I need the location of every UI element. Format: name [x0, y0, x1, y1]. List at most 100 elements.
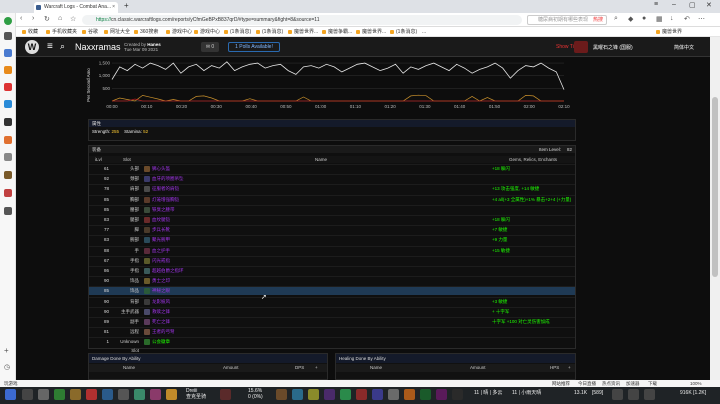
sidebar-icon[interactable] [4, 66, 12, 74]
menu-icon[interactable]: ≡ [47, 41, 53, 52]
taskbar-app-icon[interactable] [276, 389, 287, 400]
status-item[interactable]: 今日直播 [578, 380, 596, 387]
zone-search-icon[interactable]: ⌕ [60, 41, 65, 52]
guild-name[interactable]: 黑曜石之锋 (国服) [593, 44, 633, 51]
gear-row[interactable]: 61 头部 狮心头盔 +18 躲闪 [89, 164, 575, 172]
status-item[interactable]: 热点资讯 [602, 380, 620, 387]
gear-row[interactable]: 90 主手武器 救赎之锋 + 十字军 [89, 306, 575, 316]
col-ability-name[interactable]: Name [370, 364, 382, 372]
gear-row[interactable]: 77 脚 步兵长靴 +7 敏捷 [89, 225, 575, 234]
gear-item-name[interactable]: 神秘之眼 [152, 287, 170, 295]
taskbar-app-icon[interactable] [372, 389, 383, 400]
chat-button[interactable]: ✉ 0 [201, 42, 219, 52]
gear-item-name[interactable]: 铁臭之腰带 [152, 206, 175, 214]
sidebar-icon[interactable] [4, 189, 12, 197]
tray-icon[interactable] [612, 389, 623, 400]
gear-item-name[interactable]: 救赎之锋 [152, 308, 170, 316]
expand-icon[interactable]: + [568, 364, 571, 372]
item-icon[interactable] [144, 217, 150, 223]
bookmark-item[interactable]: ... [422, 28, 426, 36]
bookmark-item[interactable]: 游戏中心 [194, 28, 220, 36]
taskbar-app-icon[interactable] [118, 389, 129, 400]
address-bar[interactable]: https://cn.classic.warcraftlogs.com/repo… [82, 15, 522, 25]
status-item[interactable]: 网站推荐 [552, 380, 570, 387]
item-icon[interactable] [144, 227, 150, 234]
taskbar-app-icon[interactable] [420, 389, 431, 400]
gear-item-name[interactable]: 死亡之锋 [152, 318, 170, 326]
col-hps[interactable]: HPS [550, 364, 559, 372]
taskbar-app-icon[interactable] [70, 389, 81, 400]
bookmark-item[interactable]: 魔兽世界... [288, 28, 318, 36]
more-icon[interactable]: ⋯ [698, 15, 705, 23]
item-icon[interactable] [144, 186, 150, 193]
gear-row[interactable]: 86 手指 超越伯爵之指环 [89, 266, 575, 274]
maximize-icon[interactable]: ▢ [689, 1, 696, 9]
taskbar-app-icon[interactable] [452, 389, 463, 400]
sidebar-icon[interactable] [4, 49, 12, 57]
gear-row[interactable]: 90 饰品 勇士之印 [89, 276, 575, 285]
tray-icon[interactable] [644, 389, 655, 400]
gear-row[interactable]: 83 腿部 血纹腿铠 +18 躲闪 [89, 215, 575, 223]
gear-row[interactable]: 85 胸部 灯笼增强胸铠 +4 all(+3 全属性)+1% 暴击+2+4 (+力量) [89, 194, 575, 203]
window-menu-icon[interactable]: ≡ [654, 1, 658, 8]
col-amount[interactable]: Amount [223, 364, 239, 372]
gear-item-name[interactable]: 聚光腕甲 [152, 236, 170, 244]
gear-item-name[interactable]: 血纹腿铠 [152, 216, 170, 224]
bookmark-item[interactable]: 魔兽世界 [656, 28, 682, 36]
taskbar-app-icon[interactable] [436, 389, 447, 400]
status-left[interactable]: 玩游戏 [4, 380, 18, 387]
taskbar-app-icon[interactable] [102, 389, 113, 400]
sidebar-icon[interactable] [4, 171, 12, 179]
col-dps[interactable]: DPS [295, 364, 304, 372]
taskbar-app-icon[interactable] [324, 389, 335, 400]
bookmark-item[interactable]: 收藏 [22, 28, 38, 36]
col-amount[interactable]: Amount [470, 364, 486, 372]
bookmark-item[interactable]: 魔兽争霸... [322, 28, 352, 36]
gear-item-name[interactable]: 勇士之印 [152, 277, 170, 285]
item-icon[interactable] [144, 278, 150, 285]
minimize-icon[interactable]: – [672, 1, 676, 8]
browser-tab[interactable]: Warcraft Logs - Combat Ana... × [34, 2, 118, 13]
item-icon[interactable] [144, 166, 150, 172]
taskbar-app-icon[interactable] [54, 389, 65, 400]
gear-row[interactable]: 92 颈部 血牙的项圈吊坠 [89, 174, 575, 183]
gear-item-name[interactable]: 闪光戒指 [152, 257, 170, 265]
close-window-icon[interactable]: ✕ [706, 1, 712, 9]
search-box[interactable]: 糖尿病初期有哪些表现 热搜 [527, 15, 607, 25]
tray-icon[interactable] [628, 389, 639, 400]
item-icon[interactable] [144, 237, 150, 244]
gear-item-name[interactable]: 征服者的肩铠 [152, 185, 179, 193]
bookmark-item[interactable]: 网址大全 [104, 28, 130, 36]
taskbar-app-icon[interactable] [38, 389, 49, 400]
taskbar-app-icon[interactable] [308, 389, 319, 400]
sidebar-icon[interactable] [4, 83, 12, 91]
sidebar-icon[interactable] [4, 100, 12, 108]
col-gems[interactable]: Gems, Relics, Enchants [509, 156, 557, 163]
zone-title[interactable]: Naxxramas [75, 42, 121, 52]
status-item[interactable]: 下载 [648, 380, 657, 387]
undo-icon[interactable]: ↶ [684, 15, 690, 23]
tab-close-icon[interactable]: × [112, 2, 115, 13]
gear-item-name[interactable]: 公会徽章 [152, 338, 170, 346]
guild-avatar-icon[interactable] [574, 41, 588, 53]
gear-row[interactable]: 89 副手 死亡之锋 十字军 +100 对亡灵伤害加成 [89, 317, 575, 325]
taskbar-app-icon[interactable] [150, 389, 161, 400]
gear-row[interactable]: 81 远程 王者的弓弩 [89, 327, 575, 336]
extension-icon[interactable]: ◆ [628, 15, 633, 23]
item-icon[interactable] [144, 247, 150, 254]
apps-icon[interactable]: ▦ [656, 15, 663, 23]
sidebar-icon[interactable] [4, 207, 12, 215]
sidebar-icon[interactable] [4, 136, 12, 144]
sidebar-icon[interactable] [4, 32, 12, 40]
gear-row[interactable]: 67 手指 闪光戒指 [89, 255, 575, 265]
forward-icon[interactable]: › [32, 15, 34, 22]
bookmark-item[interactable]: (1条消息) [390, 28, 417, 36]
taskbar-app-icon[interactable] [86, 389, 97, 400]
start-icon[interactable] [5, 389, 16, 400]
user-icon[interactable]: ● [642, 15, 646, 22]
status-item[interactable]: 加速器 [626, 380, 640, 387]
sidebar-icon[interactable] [4, 118, 12, 126]
expand-icon[interactable]: + [315, 364, 318, 372]
gear-row[interactable]: 78 肩部 征服者的肩铠 +13 攻击强度, +14 敏捷 [89, 184, 575, 193]
item-icon[interactable] [144, 308, 150, 315]
